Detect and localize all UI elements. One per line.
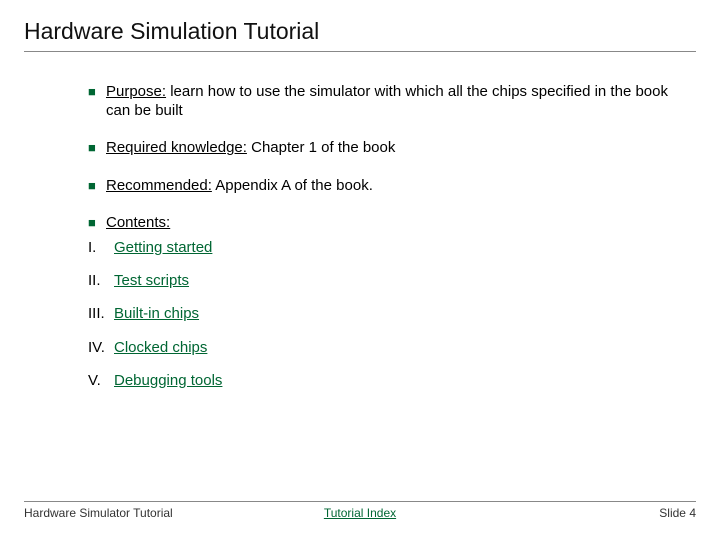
link-built-in-chips[interactable]: Built-in chips [114, 304, 199, 323]
contents-item: IV. Clocked chips [88, 338, 690, 357]
footer: Hardware Simulator Tutorial Tutorial Ind… [24, 501, 696, 520]
bullet-lead: Purpose: [106, 83, 166, 100]
slide-body: ■ Purpose: learn how to use the simulato… [0, 52, 720, 390]
bullet-required: ■ Required knowledge: Chapter 1 of the b… [88, 138, 690, 157]
bullet-lead: Contents: [106, 214, 170, 231]
contents-list: I. Getting started II. Test scripts III.… [88, 238, 690, 390]
bullet-purpose: ■ Purpose: learn how to use the simulato… [88, 82, 690, 120]
bullet-text: Appendix A of the book. [212, 177, 373, 194]
square-bullet-icon: ■ [88, 140, 106, 157]
page-title: Hardware Simulation Tutorial [24, 18, 696, 45]
square-bullet-icon: ■ [88, 84, 106, 101]
footer-divider [24, 501, 696, 502]
bullet-text: Chapter 1 of the book [247, 139, 395, 156]
title-area: Hardware Simulation Tutorial [0, 0, 720, 49]
bullet-recommended: ■ Recommended: Appendix A of the book. [88, 176, 690, 195]
contents-item: I. Getting started [88, 238, 690, 257]
roman-numeral: II. [88, 271, 114, 290]
square-bullet-icon: ■ [88, 215, 106, 232]
square-bullet-icon: ■ [88, 178, 106, 195]
slide: Hardware Simulation Tutorial ■ Purpose: … [0, 0, 720, 540]
bullet-contents: ■ Contents: [88, 213, 690, 232]
roman-numeral: I. [88, 238, 114, 257]
bullet-lead: Recommended: [106, 177, 212, 194]
contents-item: V. Debugging tools [88, 371, 690, 390]
footer-right: Slide 4 [472, 506, 696, 520]
bullet-text: learn how to use the simulator with whic… [106, 83, 668, 119]
link-clocked-chips[interactable]: Clocked chips [114, 338, 207, 357]
link-debugging-tools[interactable]: Debugging tools [114, 371, 222, 390]
bullet-lead: Required knowledge: [106, 139, 247, 156]
roman-numeral: IV. [88, 338, 114, 357]
roman-numeral: III. [88, 304, 114, 323]
contents-item: III. Built-in chips [88, 304, 690, 323]
footer-left: Hardware Simulator Tutorial [24, 506, 248, 520]
contents-item: II. Test scripts [88, 271, 690, 290]
link-tutorial-index[interactable]: Tutorial Index [324, 506, 396, 520]
footer-row: Hardware Simulator Tutorial Tutorial Ind… [24, 506, 696, 520]
roman-numeral: V. [88, 371, 114, 390]
link-test-scripts[interactable]: Test scripts [114, 271, 189, 290]
link-getting-started[interactable]: Getting started [114, 238, 212, 257]
footer-center: Tutorial Index [248, 506, 472, 520]
